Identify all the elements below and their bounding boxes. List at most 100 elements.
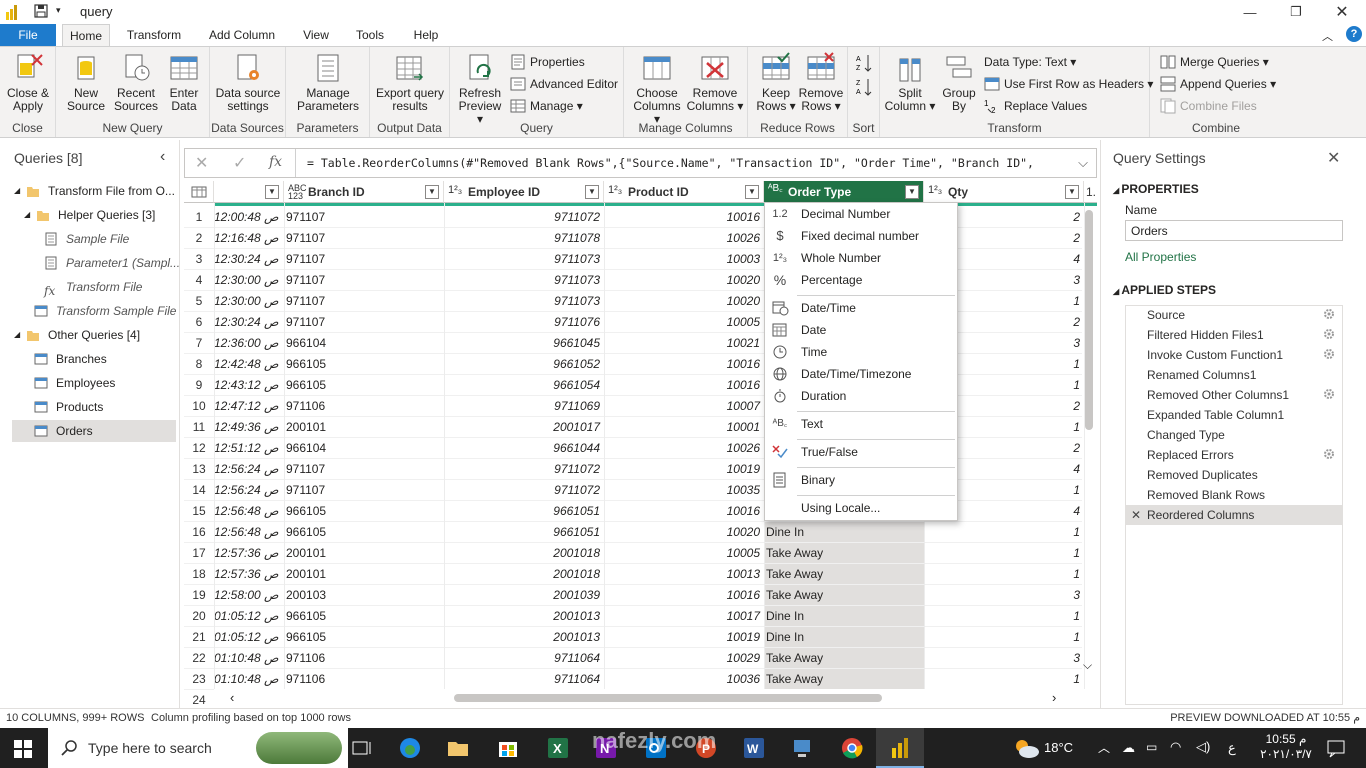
tab-view[interactable]: View	[296, 24, 336, 46]
cell-product-id[interactable]: 10019	[604, 459, 764, 480]
cell-product-id[interactable]: 10016	[604, 375, 764, 396]
onedrive-icon[interactable]: ☁	[1122, 740, 1135, 756]
cell-employee-id[interactable]: 9711072	[444, 207, 604, 228]
replace-values-button[interactable]: 1 2 Replace Values	[984, 96, 1087, 116]
cell-order-time[interactable]: 12:36:00 ص	[214, 333, 282, 354]
query-orders[interactable]: Orders	[12, 420, 176, 442]
cell-order-time[interactable]: 12:56:48 ص	[214, 501, 282, 522]
row-number[interactable]: 4	[184, 273, 214, 287]
step-settings-gear-icon[interactable]	[1323, 348, 1335, 360]
query-group-helper-queries[interactable]: ◢ Helper Queries [3]	[24, 204, 155, 226]
manage-button[interactable]: Manage ▾	[510, 96, 583, 116]
refresh-preview-button[interactable]: Refresh Preview ▾	[456, 51, 504, 126]
cell-qty[interactable]: 3	[924, 648, 1084, 669]
row-number[interactable]: 5	[184, 294, 214, 308]
row-number[interactable]: 3	[184, 252, 214, 266]
volume-icon[interactable]: ◁)	[1196, 739, 1210, 755]
collapse-ribbon-icon[interactable]: ︿	[1322, 28, 1333, 44]
table-row[interactable]: 22 01:10:48 ص 971106 9711064 10029 Take Away 3	[184, 648, 1082, 669]
cell-product-id[interactable]: 10026	[604, 228, 764, 249]
cell-employee-id[interactable]: 9661054	[444, 375, 604, 396]
cell-order-time[interactable]: 12:51:12 ص	[214, 438, 282, 459]
menu-item-fixed-decimal[interactable]: $ Fixed decimal number	[765, 225, 957, 247]
cell-branch-id[interactable]: 971106	[286, 648, 442, 669]
cell-product-id[interactable]: 10036	[604, 669, 764, 690]
filter-dropdown-icon[interactable]: ▼	[265, 185, 279, 199]
row-number[interactable]: 19	[184, 588, 214, 602]
cell-product-id[interactable]: 10005	[604, 312, 764, 333]
cell-product-id[interactable]: 10020	[604, 291, 764, 312]
cell-product-id[interactable]: 10001	[604, 417, 764, 438]
sort-ascending-icon[interactable]: AZ	[856, 53, 872, 73]
cell-qty[interactable]: 1	[924, 543, 1084, 564]
cell-employee-id[interactable]: 9711064	[444, 669, 604, 690]
wifi-icon[interactable]: ◠	[1170, 739, 1181, 755]
cell-product-id[interactable]: 10020	[604, 270, 764, 291]
cell-order-time[interactable]: 12:56:24 ص	[214, 459, 282, 480]
table-row[interactable]: 23 01:10:48 ص 971106 9711064 10036 Take Away 1	[184, 669, 1082, 690]
cell-employee-id[interactable]: 9711073	[444, 249, 604, 270]
cell-order-time[interactable]: 12:00:48 ص	[214, 207, 282, 228]
cell-order-type[interactable]: Dine In	[766, 522, 924, 543]
query-transform-sample-file[interactable]: Transform Sample File	[34, 300, 176, 322]
save-icon[interactable]	[34, 4, 48, 18]
manage-parameters-button[interactable]: Manage Parameters	[292, 51, 364, 113]
cell-order-type[interactable]: Take Away	[766, 648, 924, 669]
recent-sources-button[interactable]: Recent Sources	[110, 51, 162, 113]
step-settings-gear-icon[interactable]	[1323, 448, 1335, 460]
row-number[interactable]: 21	[184, 630, 214, 644]
cell-order-time[interactable]: 12:16:48 ص	[214, 228, 282, 249]
cell-employee-id[interactable]: 2001013	[444, 606, 604, 627]
enter-data-button[interactable]: Enter Data	[164, 51, 204, 113]
network-app-icon[interactable]	[790, 736, 814, 760]
step-settings-gear-icon[interactable]	[1323, 388, 1335, 400]
cell-order-time[interactable]: 12:30:00 ص	[214, 270, 282, 291]
filter-dropdown-icon[interactable]: ▼	[585, 185, 599, 199]
cell-order-time[interactable]: 12:47:12 ص	[214, 396, 282, 417]
filter-dropdown-icon[interactable]: ▼	[905, 185, 919, 199]
cell-product-id[interactable]: 10005	[604, 543, 764, 564]
row-number[interactable]: 2	[184, 231, 214, 245]
row-number[interactable]: 14	[184, 483, 214, 497]
cell-branch-id[interactable]: 200101	[286, 543, 442, 564]
row-number[interactable]: 24	[184, 693, 214, 707]
cell-product-id[interactable]: 10026	[604, 438, 764, 459]
cell-employee-id[interactable]: 9711072	[444, 480, 604, 501]
step-settings-gear-icon[interactable]	[1323, 328, 1335, 340]
row-number[interactable]: 7	[184, 336, 214, 350]
column-header-branch-id[interactable]: ABC 123 Branch ID ▼	[284, 181, 444, 203]
cell-employee-id[interactable]: 9661052	[444, 354, 604, 375]
cell-branch-id[interactable]: 966105	[286, 501, 442, 522]
cell-employee-id[interactable]: 2001018	[444, 543, 604, 564]
column-header-order-type[interactable]: ᴬB꜀ Order Type ▼	[764, 181, 924, 203]
applied-step[interactable]: Changed Type	[1125, 425, 1343, 445]
group-by-button[interactable]: Group By	[938, 51, 980, 113]
scroll-left-icon[interactable]: ‹	[230, 690, 234, 705]
query-name-input[interactable]: Orders	[1125, 220, 1343, 241]
task-view-icon[interactable]	[350, 736, 374, 760]
applied-step[interactable]: Renamed Columns1	[1125, 365, 1343, 385]
table-row[interactable]: 16 12:56:48 ص 966105 9661051 10020 Dine In 1	[184, 522, 1082, 543]
cell-branch-id[interactable]: 971106	[286, 669, 442, 690]
battery-icon[interactable]: ▭	[1146, 740, 1157, 754]
cell-qty[interactable]: 1	[924, 564, 1084, 585]
cell-employee-id[interactable]: 2001039	[444, 585, 604, 606]
menu-item-binary[interactable]: Binary	[765, 469, 957, 491]
row-number[interactable]: 13	[184, 462, 214, 476]
cell-employee-id[interactable]: 2001013	[444, 627, 604, 648]
notification-icon[interactable]	[1326, 738, 1346, 758]
cell-employee-id[interactable]: 9711076	[444, 312, 604, 333]
scrollbar-thumb[interactable]	[454, 694, 882, 702]
cell-product-id[interactable]: 10029	[604, 648, 764, 669]
language-indicator[interactable]: ع	[1228, 740, 1236, 756]
menu-item-whole-number[interactable]: 1²₃ Whole Number	[765, 247, 957, 269]
close-apply-button[interactable]: Close & Apply	[4, 51, 52, 113]
cell-employee-id[interactable]: 9711078	[444, 228, 604, 249]
menu-item-percentage[interactable]: % Percentage	[765, 269, 957, 291]
data-source-settings-button[interactable]: Data source settings	[214, 51, 282, 113]
step-settings-gear-icon[interactable]	[1323, 308, 1335, 320]
table-row[interactable]: 18 12:57:36 ص 200101 2001018 10013 Take Away 1	[184, 564, 1082, 585]
query-parameter1[interactable]: Parameter1 (Sampl...	[44, 252, 180, 274]
cell-branch-id[interactable]: 966104	[286, 333, 442, 354]
excel-icon[interactable]: X	[546, 736, 570, 760]
